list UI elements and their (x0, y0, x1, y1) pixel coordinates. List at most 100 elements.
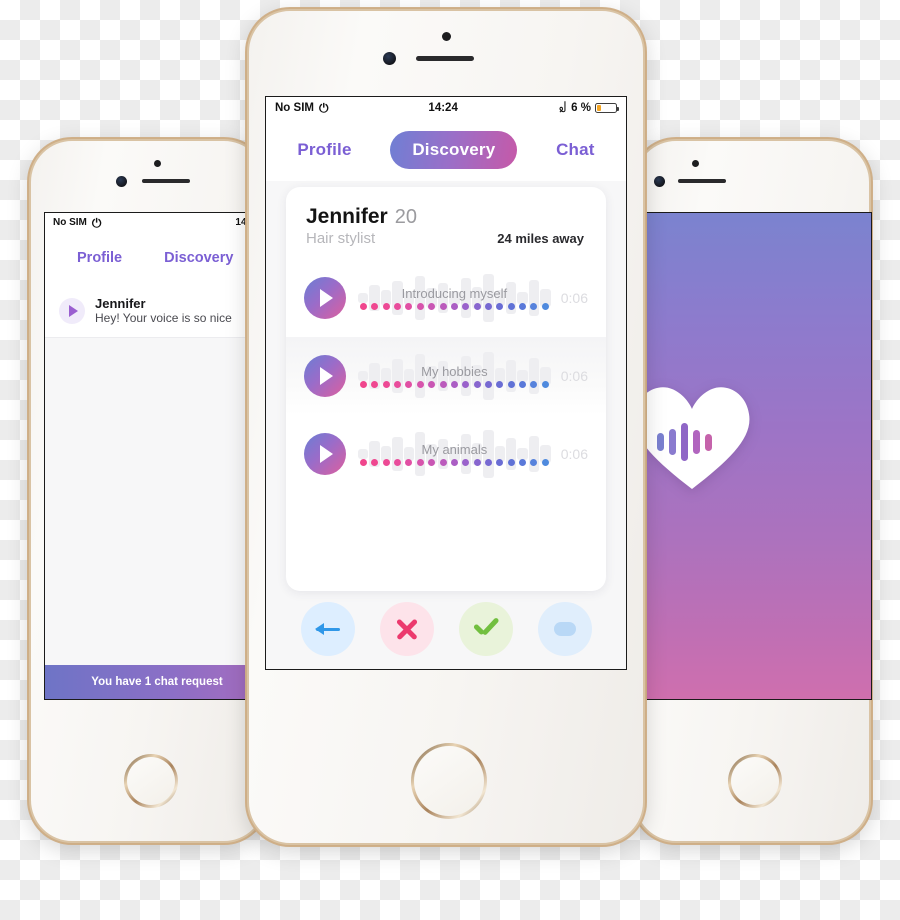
audio-clip-title: My hobbies (421, 364, 488, 379)
waveform-dots (358, 303, 551, 310)
profile-card-header: Jennifer 20 Hair stylist 24 miles away (286, 187, 606, 247)
profile-card: Jennifer 20 Hair stylist 24 miles away I… (286, 187, 606, 591)
reject-button[interactable] (379, 602, 434, 656)
arrow-left-icon (314, 622, 340, 635)
discovery-content: Jennifer 20 Hair stylist 24 miles away I… (266, 181, 626, 669)
waveform-dot (405, 459, 413, 466)
center-phone-mockup: No SIM ⏻ 14:24 ꒻ 6 % Profile Discovery C… (245, 7, 647, 847)
tab-chat[interactable]: Chat (556, 140, 595, 160)
left-status-bar: No SIM ⏻ 14:25 (45, 213, 269, 232)
waveform-dot (382, 303, 390, 310)
profile-distance: 24 miles away (497, 231, 584, 246)
waveform-dot (484, 303, 492, 310)
waveform[interactable]: My hobbies (358, 348, 551, 404)
profile-occupation: Hair stylist (306, 230, 376, 247)
profile-age: 20 (394, 206, 417, 228)
check-icon (472, 618, 500, 640)
sensor-dot-icon (442, 32, 451, 41)
waveform-dot (519, 303, 527, 310)
waveform-dot (450, 459, 458, 466)
waveform-dot (416, 303, 424, 310)
waveform-dot (450, 381, 458, 388)
center-phone-screen: No SIM ⏻ 14:24 ꒻ 6 % Profile Discovery C… (265, 96, 627, 670)
waveform-dot (462, 381, 470, 388)
list-item[interactable]: Jennifer Hey! Your voice is so nice (45, 284, 269, 338)
center-home-button[interactable] (411, 743, 487, 819)
tab-bar: Profile Discovery Chat (266, 119, 626, 181)
audio-clip-title: My animals (421, 442, 488, 457)
clock-label: 14:24 (428, 102, 458, 114)
left-phone-screen: No SIM ⏻ 14:25 Profile Discovery Jennife… (44, 212, 270, 700)
left-tab-discovery[interactable]: Discovery (164, 250, 233, 266)
audio-clip-row[interactable]: My hobbies 0:06 (286, 337, 606, 415)
waveform-dot (360, 459, 367, 466)
play-icon[interactable] (304, 433, 346, 475)
waveform-dot (530, 459, 538, 466)
action-bar (266, 597, 626, 661)
waveform-dot (428, 459, 436, 466)
earpiece-speaker (142, 179, 190, 183)
waveform-dot (496, 303, 504, 310)
left-tab-bar: Profile Discovery (45, 232, 269, 284)
waveform[interactable]: Introducing myself (358, 270, 551, 326)
waveform[interactable]: My animals (358, 426, 551, 482)
waveform-dot (416, 381, 424, 388)
profile-name: Jennifer (306, 205, 388, 228)
right-phone-mockup (631, 137, 873, 845)
chat-request-banner[interactable]: You have 1 chat request (45, 665, 269, 699)
waveform-dot (507, 303, 515, 310)
waveform-dot (507, 459, 515, 466)
waveform-dot (484, 381, 492, 388)
waveform-dot (541, 381, 549, 388)
waveform-dot (530, 381, 538, 388)
waveform-dot (360, 381, 367, 388)
waveform-dot (450, 303, 458, 310)
rewind-button[interactable] (300, 602, 355, 656)
play-icon[interactable] (304, 277, 346, 319)
play-icon[interactable] (59, 297, 85, 324)
waveform-dot (394, 459, 402, 466)
heart-waveform-logo (647, 381, 751, 491)
close-x-icon (394, 616, 420, 642)
left-phone-mockup: No SIM ⏻ 14:25 Profile Discovery Jennife… (27, 137, 270, 845)
waveform-dot (394, 381, 402, 388)
waveform-dot (416, 459, 424, 466)
audio-clip-row[interactable]: Introducing myself 0:06 (286, 259, 606, 337)
right-phone-screen (646, 212, 872, 700)
waveform-dot (439, 459, 447, 466)
front-camera-icon (654, 176, 665, 187)
waveform-dot (496, 459, 504, 466)
left-carrier-label: No SIM (53, 217, 87, 228)
tab-discovery[interactable]: Discovery (390, 131, 518, 169)
bluetooth-icon: ꒻ (557, 101, 568, 115)
audio-clip-title: Introducing myself (401, 286, 508, 301)
waveform-dot (507, 381, 515, 388)
waveform-dot (462, 303, 470, 310)
chat-bubble-icon (553, 622, 576, 636)
waveform-dot (439, 381, 447, 388)
left-tab-profile[interactable]: Profile (77, 250, 122, 266)
right-home-button[interactable] (728, 754, 782, 808)
waveform-dot (394, 303, 402, 310)
waveform-dots (358, 459, 551, 466)
chat-item-message: Hey! Your voice is so nice (95, 311, 232, 325)
earpiece-speaker (678, 179, 726, 183)
left-chat-list: Jennifer Hey! Your voice is so nice You … (45, 284, 269, 699)
waveform-dot (473, 381, 481, 388)
tab-profile[interactable]: Profile (297, 140, 351, 160)
waveform-dot (382, 459, 390, 466)
waveform-dot (484, 459, 492, 466)
logo-waveform-bars (657, 423, 719, 461)
message-button[interactable] (537, 602, 592, 656)
waveform-dot (439, 303, 447, 310)
audio-clip-row[interactable]: My animals 0:06 (286, 415, 606, 493)
waveform-dot (360, 303, 367, 310)
like-button[interactable] (458, 602, 513, 656)
front-camera-icon (116, 176, 127, 187)
sensor-dot-icon (154, 160, 161, 167)
carrier-label: No SIM (275, 102, 314, 114)
play-icon[interactable] (304, 355, 346, 397)
waveform-dot (405, 381, 413, 388)
left-home-button[interactable] (124, 754, 178, 808)
waveform-dot (473, 459, 481, 466)
